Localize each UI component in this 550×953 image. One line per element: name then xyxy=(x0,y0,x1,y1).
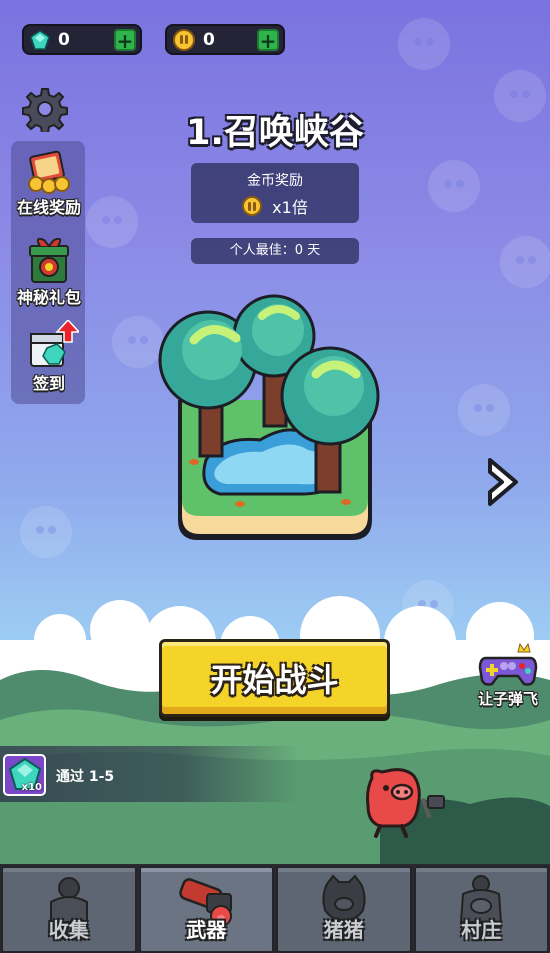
background-decoration xyxy=(398,18,450,70)
pig-character xyxy=(366,768,445,838)
background-decoration xyxy=(458,384,510,436)
coin-icon xyxy=(242,196,263,216)
gem-count: 0 xyxy=(58,29,70,50)
coin-reward-title: 金币奖励 xyxy=(247,173,303,189)
online-reward-button[interactable]: 在线奖励 xyxy=(10,150,88,218)
add-coins-button[interactable]: + xyxy=(257,28,279,51)
task-reward: x10 xyxy=(3,754,46,796)
coin-icon xyxy=(173,28,195,51)
task-reward-count: x10 xyxy=(21,782,42,793)
coin-count: 0 xyxy=(203,29,215,50)
best-record: 个人最佳：0 天 xyxy=(191,238,359,264)
next-level-arrow-icon[interactable] xyxy=(484,454,522,510)
bottom-navigation: 收集 武器 猪猪 村庄 xyxy=(0,864,550,953)
tab-weapons-label: 武器 xyxy=(186,918,227,942)
tab-weapons[interactable]: 武器 xyxy=(138,866,274,953)
tab-collection[interactable]: 收集 xyxy=(1,866,137,953)
coin-reward-panel: 金币奖励 x1倍 xyxy=(191,163,359,223)
task-text: 通过 1-5 xyxy=(56,769,115,785)
level-island-illustration xyxy=(158,294,380,540)
online-reward-label: 在线奖励 xyxy=(16,198,81,217)
tab-collection-label: 收集 xyxy=(48,918,89,942)
gem-icon xyxy=(30,29,50,50)
gem-counter: 0 + xyxy=(22,24,142,55)
mystery-gift-label: 神秘礼包 xyxy=(16,288,81,307)
tab-pigs-label: 猪猪 xyxy=(323,918,364,942)
background-decoration xyxy=(500,236,550,288)
calendar-icon xyxy=(30,320,79,367)
tab-village[interactable]: 村庄 xyxy=(413,866,549,953)
background-landscape xyxy=(0,596,550,870)
level-title: 1.召唤峡谷 xyxy=(186,113,364,153)
background-decoration xyxy=(20,506,72,558)
coin-counter: 0 + xyxy=(165,24,285,55)
task-bar[interactable]: x10 通过 1-5 xyxy=(0,746,300,802)
coin-reward-multiplier: x1倍 xyxy=(272,198,308,217)
start-battle-button[interactable]: 开始战斗 xyxy=(159,639,390,717)
mystery-gift-button[interactable]: 神秘礼包 xyxy=(10,236,88,308)
check-in-button[interactable]: 签到 xyxy=(10,320,88,394)
gamepad-icon xyxy=(478,642,538,686)
bullet-fly-label: 让子弹飞 xyxy=(477,690,538,708)
gift-box-icon xyxy=(29,237,69,283)
tab-village-label: 村庄 xyxy=(461,918,502,942)
coin-reward-row: x1倍 xyxy=(191,194,359,218)
background-decoration xyxy=(86,196,138,248)
check-in-label: 签到 xyxy=(32,374,65,393)
background-decoration xyxy=(428,160,480,212)
add-gems-button[interactable]: + xyxy=(114,28,136,51)
treasure-chest-icon xyxy=(28,150,70,194)
bullet-fly-button[interactable]: 让子弹飞 xyxy=(466,642,550,709)
tab-pigs[interactable]: 猪猪 xyxy=(276,866,412,953)
